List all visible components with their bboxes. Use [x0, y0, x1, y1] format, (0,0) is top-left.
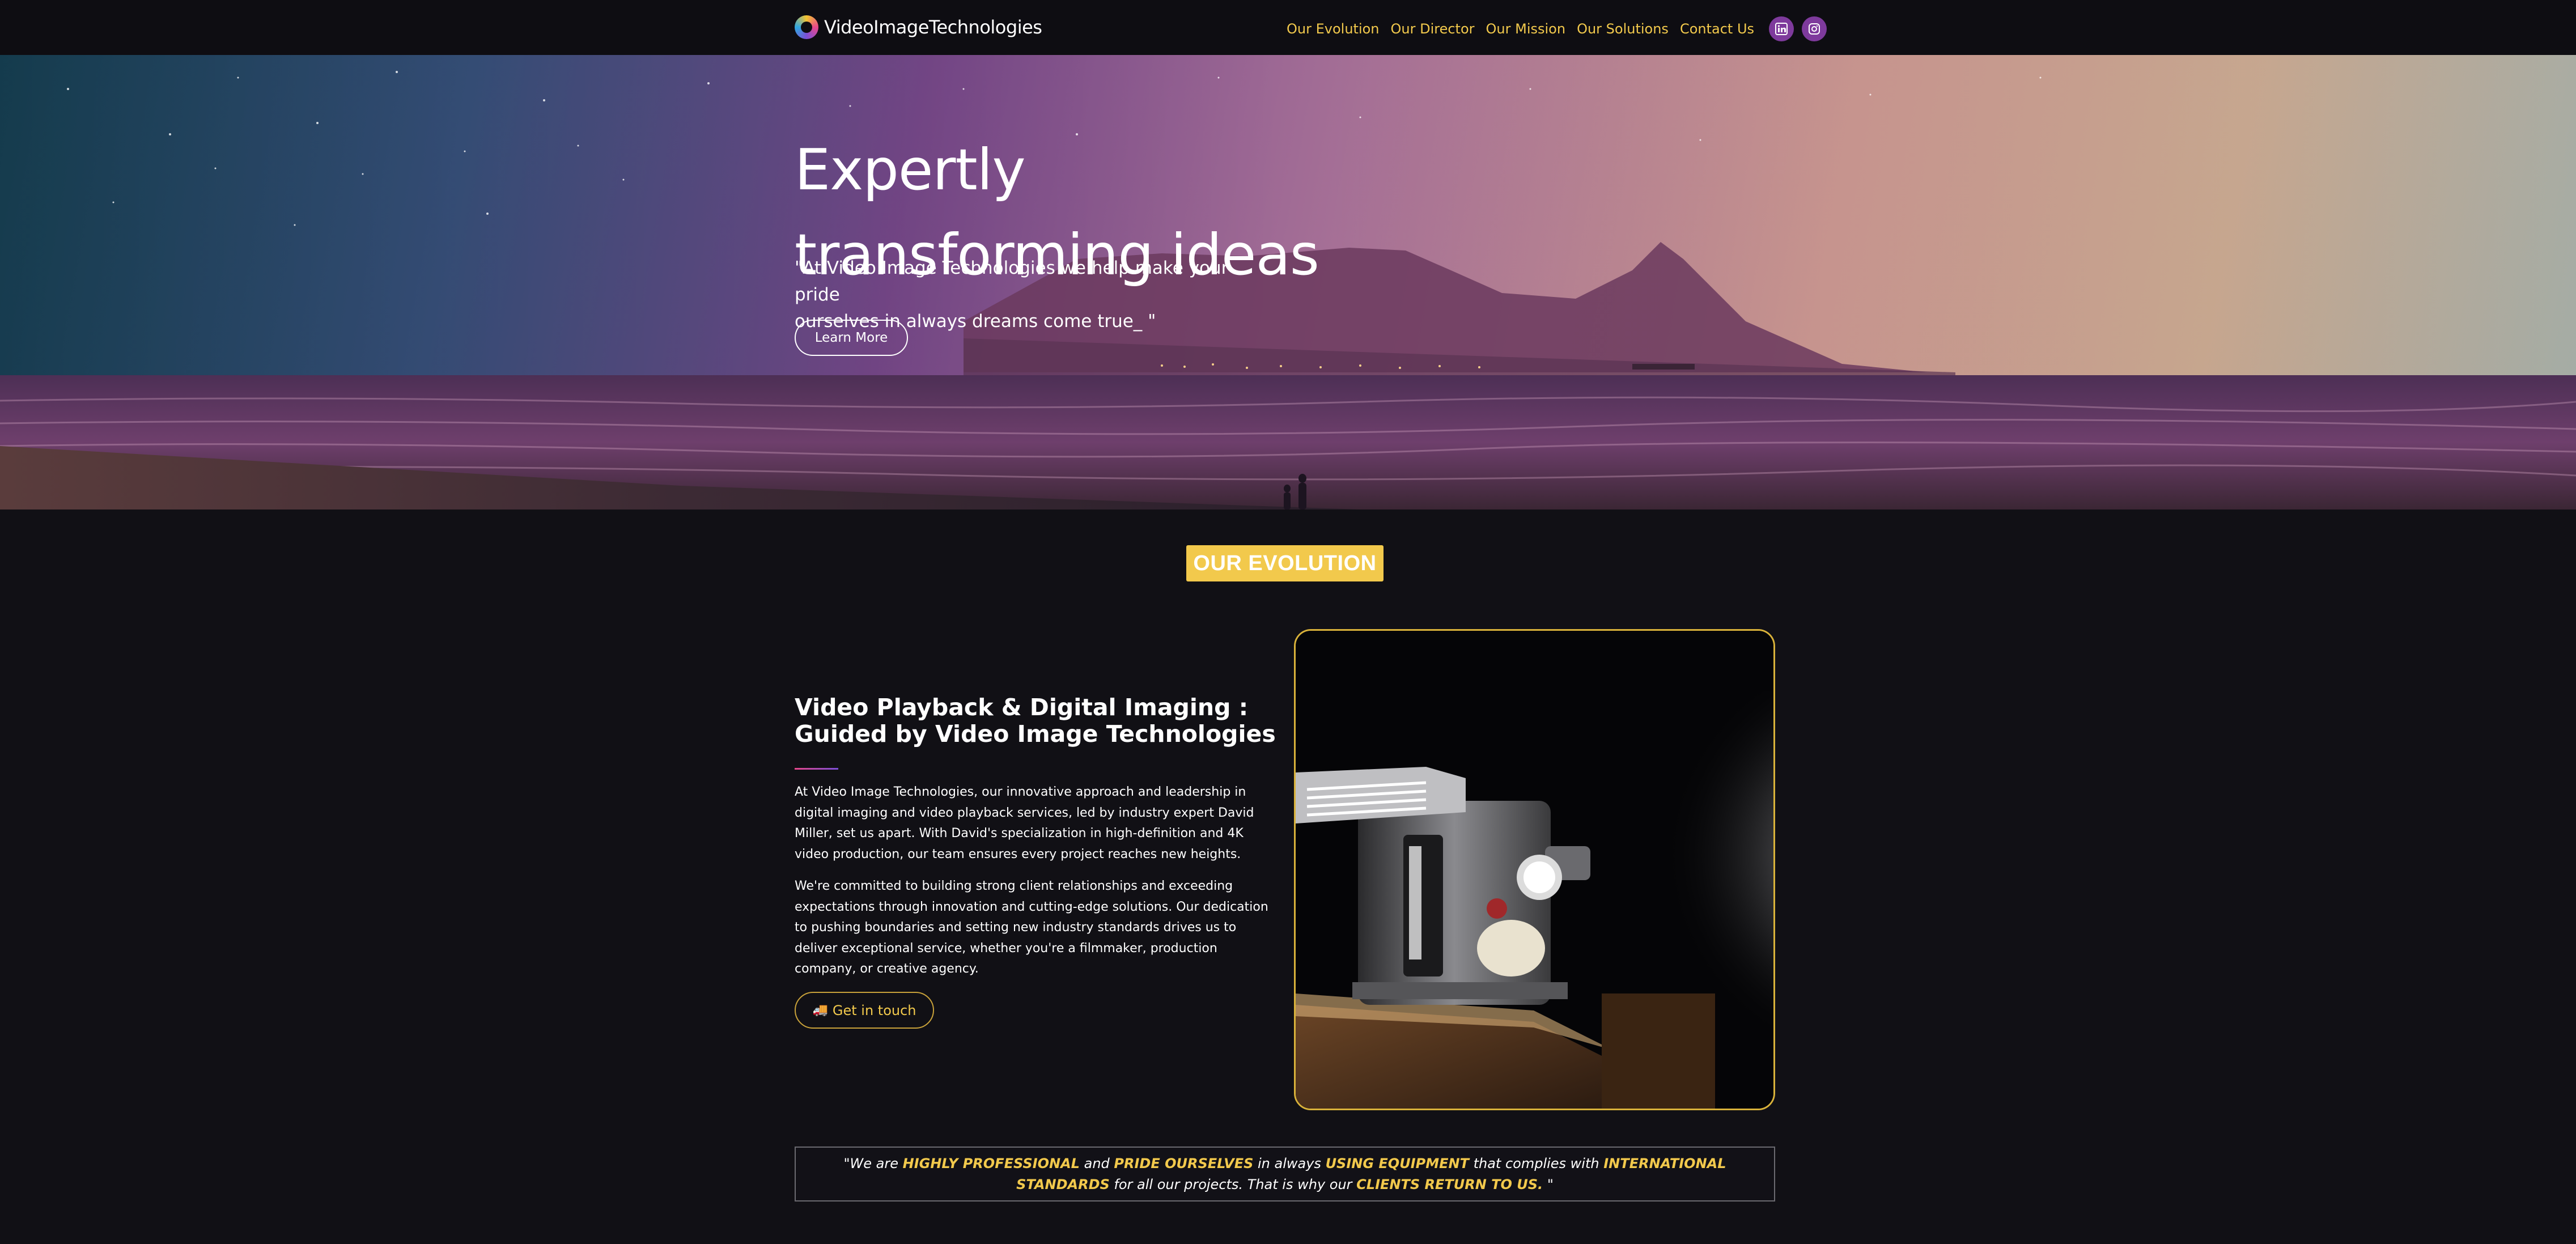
learn-more-button[interactable]: Learn More	[795, 320, 908, 356]
hero-quote-line-1: "At Video Image Technologies we help mak…	[795, 258, 1229, 305]
mission-quote: "We are HIGHLY PROFESSIONAL and PRIDE OU…	[814, 1153, 1755, 1195]
quote-highlight: PRIDE OURSELVES	[1114, 1155, 1254, 1171]
intro-paragraph: At Video Image Technologies, our innovat…	[795, 785, 1254, 861]
get-in-touch-label: Get in touch	[832, 1002, 916, 1018]
nav-link-our-director[interactable]: Our Director	[1391, 21, 1475, 37]
film-projector-photo	[1294, 629, 1775, 1110]
hero-banner: Expertly transforming ideas "At Video Im…	[0, 55, 2576, 510]
nav-link-our-evolution[interactable]: Our Evolution	[1287, 21, 1380, 37]
quote-text: "	[1543, 1176, 1554, 1192]
quote-text: "We are	[843, 1155, 903, 1171]
brand-name: VideoImageTechnologies	[824, 16, 1042, 38]
heading-divider	[795, 768, 838, 770]
instagram-icon[interactable]	[1802, 16, 1827, 41]
quote-text: and	[1079, 1155, 1114, 1171]
hero-title-line-1: Expertly	[795, 137, 1026, 203]
quote-highlight: CLIENTS RETURN TO US.	[1356, 1176, 1543, 1192]
top-nav: VideoImageTechnologies Our Evolution Our…	[0, 0, 2576, 55]
nav-link-our-solutions[interactable]: Our Solutions	[1577, 21, 1669, 37]
quote-highlight: HIGHLY PROFESSIONAL	[902, 1155, 1080, 1171]
aperture-logo-icon	[795, 15, 818, 39]
quote-text: in always	[1253, 1155, 1326, 1171]
get-in-touch-button[interactable]: 🚚 Get in touch	[795, 992, 934, 1029]
commitment-paragraph: We're committed to building strong clien…	[795, 879, 1268, 976]
quote-highlight: USING EQUIPMENT	[1325, 1155, 1469, 1171]
nav-link-contact-us[interactable]: Contact Us	[1680, 21, 1754, 37]
brand-logo[interactable]: VideoImageTechnologies	[795, 14, 1042, 40]
truck-icon: 🚚	[812, 1003, 828, 1017]
mission-quote-box: "We are HIGHLY PROFESSIONAL and PRIDE OU…	[795, 1147, 1775, 1201]
quote-text: for all our projects. That is why our	[1109, 1176, 1357, 1192]
section-heading: Video Playback & Digital Imaging : Guide…	[795, 694, 1276, 748]
nav-links: Our Evolution Our Director Our Mission O…	[1287, 16, 1831, 41]
linkedin-icon[interactable]	[1769, 16, 1794, 41]
quote-text: that complies with	[1469, 1155, 1604, 1171]
nav-link-our-mission[interactable]: Our Mission	[1486, 21, 1566, 37]
section-badge-our-evolution: OUR EVOLUTION	[1186, 545, 1384, 581]
